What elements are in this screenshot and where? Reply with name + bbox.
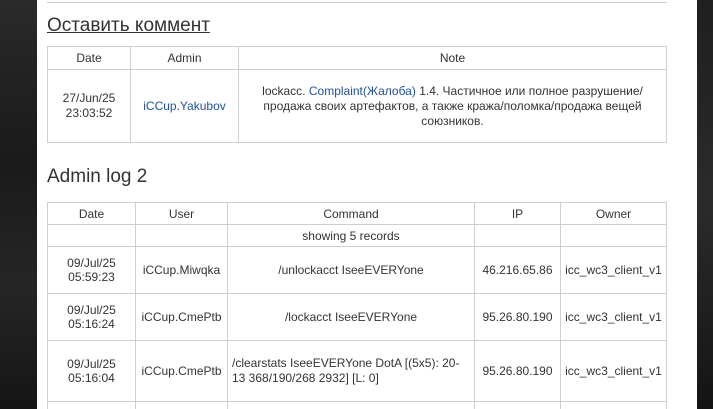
complaint-link[interactable]: Complaint(Жалоба) — [309, 84, 416, 98]
admin-link[interactable]: iCCup.Yakubov — [143, 99, 226, 113]
comment-time: 23:03:52 — [65, 106, 113, 120]
column-header-date: Date — [47, 202, 136, 225]
log-date-cell: 09/Jul/25 05:16:24 — [47, 293, 136, 341]
column-header-note: Note — [238, 46, 667, 70]
log-time: 05:59:23 — [68, 270, 115, 284]
column-header-date: Date — [47, 46, 131, 70]
empty-cell — [47, 401, 136, 409]
empty-cell — [560, 224, 667, 247]
table-row — [47, 401, 667, 409]
log-owner: icc_wc3_client_v1 — [560, 340, 667, 402]
content-panel: Оставить коммент Date Admin Note 27/Jun/… — [37, 0, 697, 409]
column-header-user: User — [135, 202, 228, 225]
column-header-admin: Admin — [130, 46, 239, 70]
background-left — [0, 0, 37, 409]
empty-cell — [227, 401, 475, 409]
log-ip: 95.26.80.190 — [474, 340, 561, 402]
comments-table: Date Admin Note 27/Jun/25 23:03:52 iCCup… — [47, 46, 667, 143]
note-prefix: lockacc. — [262, 83, 309, 98]
log-user: iCCup.CmePtb — [135, 340, 228, 402]
log-command: /clearstats IseeEVERYone DotA [(5x5): 20… — [227, 340, 475, 402]
comment-date: 27/Jun/25 — [62, 91, 116, 105]
log-time: 05:16:24 — [68, 317, 115, 331]
comment-admin-cell: iCCup.Yakubov — [130, 69, 239, 143]
records-info-row: showing 5 records — [47, 224, 667, 247]
admin-log-title: Admin log 2 — [47, 166, 148, 187]
column-header-ip: IP — [474, 202, 561, 225]
records-count: showing 5 records — [227, 224, 475, 247]
empty-cell — [474, 401, 561, 409]
divider — [47, 2, 667, 3]
log-date: 09/Jul/25 — [67, 357, 116, 371]
background-right — [697, 0, 713, 409]
log-user: iCCup.CmePtb — [135, 293, 228, 341]
column-header-command: Command — [227, 202, 475, 225]
table-row: 09/Jul/25 05:16:24 iCCup.CmePtb /lockacc… — [47, 293, 667, 341]
log-ip: 95.26.80.190 — [474, 293, 561, 341]
table-row: 27/Jun/25 23:03:52 iCCup.Yakubov lockacc… — [47, 69, 667, 143]
table-header-row: Date Admin Note — [47, 46, 667, 70]
empty-cell — [47, 224, 136, 247]
column-header-owner: Owner — [560, 202, 667, 225]
empty-cell — [560, 401, 667, 409]
log-date: 09/Jul/25 — [67, 303, 116, 317]
log-time: 05:16:04 — [68, 371, 115, 385]
log-command: /unlockacct IseeEVERYone — [227, 246, 475, 294]
log-command: /lockacct IseeEVERYone — [227, 293, 475, 341]
comment-date-cell: 27/Jun/25 23:03:52 — [47, 69, 131, 143]
log-owner: icc_wc3_client_v1 — [560, 246, 667, 294]
admin-log-table: Date User Command IP Owner showing 5 rec… — [47, 202, 667, 409]
table-row: 09/Jul/25 05:59:23 iCCup.Miwqka /unlocka… — [47, 246, 667, 294]
log-date: 09/Jul/25 — [67, 256, 116, 270]
log-date-cell: 09/Jul/25 05:59:23 — [47, 246, 136, 294]
leave-comment-link[interactable]: Оставить коммент — [47, 15, 210, 37]
log-owner: icc_wc3_client_v1 — [560, 293, 667, 341]
log-ip: 46.216.65.86 — [474, 246, 561, 294]
empty-cell — [135, 401, 228, 409]
empty-cell — [135, 224, 228, 247]
empty-cell — [474, 224, 561, 247]
comment-note-cell: lockacc. Complaint(Жалоба) 1.4. Частично… — [238, 69, 667, 143]
log-date-cell: 09/Jul/25 05:16:04 — [47, 340, 136, 402]
table-header-row: Date User Command IP Owner — [47, 202, 667, 225]
table-row: 09/Jul/25 05:16:04 iCCup.CmePtb /clearst… — [47, 340, 667, 402]
log-user: iCCup.Miwqka — [135, 246, 228, 294]
